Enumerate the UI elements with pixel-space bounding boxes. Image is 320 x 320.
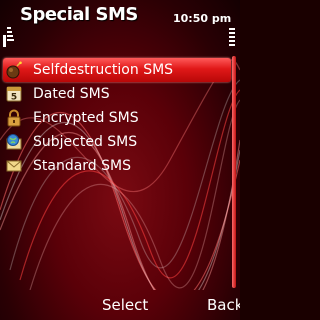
menu-item-standard-sms[interactable]: Standard SMS [3,154,231,178]
globe-envelope-icon [6,134,22,150]
scrollbar[interactable] [232,56,236,288]
menu-item-label: Standard SMS [33,158,131,174]
menu-item-label: Encrypted SMS [33,110,139,126]
clock: 10:50 pm [173,12,232,25]
menu-item-label: Selfdestruction SMS [33,62,174,78]
menu-item-dated-sms[interactable]: 5 Dated SMS [3,82,231,106]
sms-type-menu: Selfdestruction SMS 5 Dated SMS Encrypte… [0,58,232,178]
calendar-icon: 5 [6,86,22,103]
menu-item-label: Dated SMS [33,86,110,102]
envelope-icon [6,160,22,172]
screen: Special SMS 10:50 pm Selfdestruction SMS… [0,0,240,320]
scrollbar-thumb[interactable] [232,56,236,288]
back-softkey[interactable]: Back [207,296,240,314]
svg-text:5: 5 [11,93,17,103]
bomb-icon [6,61,22,79]
menu-item-label: Subjected SMS [33,134,138,150]
select-softkey[interactable]: Select [102,296,148,314]
page-title: Special SMS [20,4,138,25]
menu-item-encrypted-sms[interactable]: Encrypted SMS [3,106,231,130]
softkey-bar: Select Back [0,292,240,320]
menu-item-selfdestruction-sms[interactable]: Selfdestruction SMS [3,58,231,82]
battery-icon [229,28,235,46]
menu-item-subjected-sms[interactable]: Subjected SMS [3,130,231,154]
signal-strength-icon [3,27,14,47]
lock-icon [7,109,21,127]
